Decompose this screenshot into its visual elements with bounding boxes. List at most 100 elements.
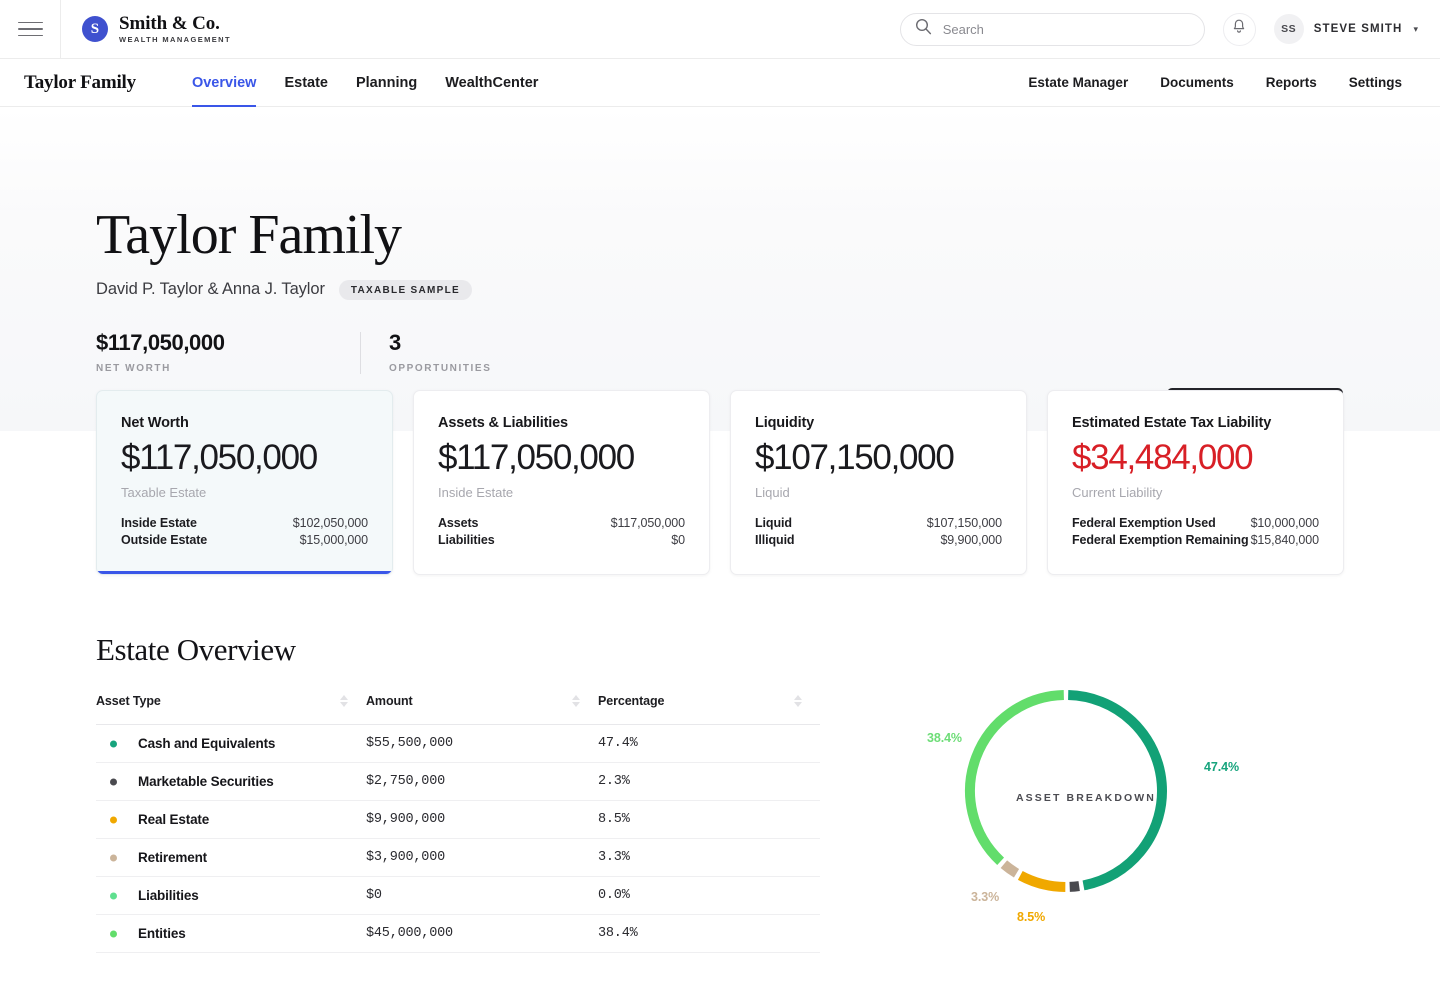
notifications-button[interactable] bbox=[1222, 12, 1256, 46]
kpi-detail-row: Federal Exemption Used $10,000,000 bbox=[1072, 515, 1319, 532]
cell-percentage: 0.0% bbox=[598, 876, 820, 915]
hamburger-icon[interactable] bbox=[0, 0, 60, 59]
search-box[interactable] bbox=[899, 12, 1205, 46]
kpi-detail-value: $102,050,000 bbox=[292, 516, 368, 531]
primary-tabs: Overview Estate Planning WealthCenter bbox=[178, 59, 552, 107]
cell-amount: $2,750,000 bbox=[366, 762, 598, 801]
kpi-value: $117,050,000 bbox=[438, 438, 635, 477]
stat-label: NET WORTH bbox=[96, 362, 171, 374]
section-title: Estate Overview bbox=[96, 632, 296, 667]
page-title: Taylor Family bbox=[96, 204, 402, 266]
kpi-caption: Inside Estate bbox=[438, 484, 514, 500]
avatar: SS bbox=[1273, 14, 1304, 44]
donut-segment[interactable] bbox=[1069, 881, 1080, 892]
donut-label-cash: 47.4% bbox=[1204, 760, 1239, 774]
donut-label-realestate: 8.5% bbox=[1017, 910, 1046, 924]
kpi-title: Liquidity bbox=[755, 415, 815, 431]
kpi-card-liquidity[interactable]: Liquidity $107,150,000 Liquid Liquid $10… bbox=[730, 390, 1027, 575]
table-header-row: Asset Type Amount Percentage bbox=[96, 694, 820, 725]
table-row[interactable]: Liabilities $0 0.0% bbox=[96, 876, 820, 915]
kpi-detail-key: Illiquid bbox=[755, 533, 795, 548]
cell-amount: $9,900,000 bbox=[366, 800, 598, 839]
brand-logo[interactable]: S Smith & Co. WEALTH MANAGEMENT bbox=[61, 14, 231, 44]
tab-estate[interactable]: Estate bbox=[270, 59, 342, 106]
donut-segment[interactable] bbox=[1017, 870, 1066, 892]
nav-documents[interactable]: Documents bbox=[1144, 59, 1250, 106]
donut-segment[interactable] bbox=[1000, 860, 1020, 878]
legend-dot-icon bbox=[110, 816, 117, 823]
cell-asset-type: Liabilities bbox=[96, 876, 366, 915]
table-body: Cash and Equivalents $55,500,000 47.4% M… bbox=[96, 724, 820, 953]
secondary-nav: Estate Manager Documents Reports Setting… bbox=[1012, 59, 1418, 106]
sort-chevrons-icon[interactable] bbox=[572, 695, 598, 707]
kpi-card-assets-liabilities[interactable]: Assets & Liabilities $117,050,000 Inside… bbox=[413, 390, 710, 575]
cell-amount: $0 bbox=[366, 876, 598, 915]
cell-asset-type: Marketable Securities bbox=[96, 762, 366, 801]
kpi-detail-row: Federal Exemption Remaining $15,840,000 bbox=[1072, 532, 1319, 549]
sort-chevrons-icon[interactable] bbox=[340, 695, 366, 707]
tab-wealthcenter[interactable]: WealthCenter bbox=[431, 59, 552, 106]
kpi-detail-key: Federal Exemption Used bbox=[1072, 516, 1216, 531]
asset-breakdown-chart: ASSET BREAKDOWN 47.4% 38.4% 3.3% 8.5% bbox=[820, 674, 1344, 924]
sort-chevrons-icon[interactable] bbox=[794, 695, 820, 707]
donut-segment[interactable] bbox=[965, 690, 1064, 865]
nav-estate-manager[interactable]: Estate Manager bbox=[1012, 59, 1144, 106]
stat-value: 3 bbox=[389, 329, 401, 355]
kpi-card-estate-tax-liability[interactable]: Estimated Estate Tax Liability $34,484,0… bbox=[1047, 390, 1344, 575]
kpi-detail-row: Liabilities $0 bbox=[438, 532, 685, 549]
kpi-card-row: Net Worth $117,050,000 Taxable Estate In… bbox=[0, 390, 1440, 575]
cell-amount: $55,500,000 bbox=[366, 724, 598, 763]
kpi-title: Estimated Estate Tax Liability bbox=[1072, 415, 1272, 431]
cell-percentage: 47.4% bbox=[598, 724, 820, 763]
cell-asset-type: Retirement bbox=[96, 838, 366, 877]
donut-segment[interactable] bbox=[1068, 690, 1167, 891]
cell-percentage: 2.3% bbox=[598, 762, 820, 801]
search-input[interactable] bbox=[942, 21, 1190, 37]
kpi-caption: Current Liability bbox=[1072, 484, 1163, 500]
chevron-down-icon[interactable]: ▾ bbox=[1413, 24, 1418, 35]
user-menu[interactable]: SS STEVE SMITH ▾ bbox=[1273, 14, 1418, 44]
estate-overview-table: Asset Type Amount Percentage Cash and Eq… bbox=[96, 694, 820, 953]
kpi-detail-row: Illiquid $9,900,000 bbox=[755, 532, 1002, 549]
stat-label: OPPORTUNITIES bbox=[389, 362, 492, 374]
kpi-detail-row: Inside Estate $102,050,000 bbox=[121, 515, 368, 532]
kpi-title: Assets & Liabilities bbox=[438, 415, 568, 431]
tab-planning[interactable]: Planning bbox=[342, 59, 431, 106]
stat-opportunities: 3 OPPORTUNITIES bbox=[361, 330, 491, 374]
legend-dot-icon bbox=[110, 778, 117, 785]
table-row[interactable]: Cash and Equivalents $55,500,000 47.4% bbox=[96, 724, 820, 763]
donut-chart-svg[interactable] bbox=[917, 674, 1247, 924]
kpi-caption: Liquid bbox=[755, 484, 790, 500]
kpi-detail-key: Inside Estate bbox=[121, 516, 197, 531]
cell-asset-type: Real Estate bbox=[96, 800, 366, 839]
cell-percentage: 3.3% bbox=[598, 838, 820, 877]
kpi-title: Net Worth bbox=[121, 415, 189, 431]
user-name: STEVE SMITH bbox=[1313, 23, 1403, 35]
table-row[interactable]: Retirement $3,900,000 3.3% bbox=[96, 838, 820, 877]
status-badge: TAXABLE SAMPLE bbox=[338, 279, 472, 300]
table-row[interactable]: Marketable Securities $2,750,000 2.3% bbox=[96, 762, 820, 801]
kpi-value: $117,050,000 bbox=[121, 438, 318, 477]
kpi-detail-row: Liquid $107,150,000 bbox=[755, 515, 1002, 532]
nav-reports[interactable]: Reports bbox=[1250, 59, 1333, 106]
kpi-detail-value: $107,150,000 bbox=[926, 516, 1002, 531]
sub-nav: Taylor Family Overview Estate Planning W… bbox=[0, 59, 1440, 107]
brand-mark-icon: S bbox=[82, 16, 108, 42]
kpi-detail-key: Federal Exemption Remaining bbox=[1072, 533, 1249, 548]
kpi-value: $34,484,000 bbox=[1072, 438, 1254, 477]
search-icon bbox=[915, 18, 932, 40]
kpi-detail-value: $10,000,000 bbox=[1250, 516, 1320, 531]
brand-name: Smith & Co. bbox=[119, 13, 220, 35]
kpi-card-net-worth[interactable]: Net Worth $117,050,000 Taxable Estate In… bbox=[96, 390, 393, 575]
legend-dot-icon bbox=[110, 930, 117, 937]
tab-overview[interactable]: Overview bbox=[178, 59, 271, 107]
brand-subtitle: WEALTH MANAGEMENT bbox=[119, 35, 231, 45]
stat-net-worth: $117,050,000 NET WORTH bbox=[96, 330, 360, 374]
column-label: Amount bbox=[366, 694, 413, 708]
table-row[interactable]: Real Estate $9,900,000 8.5% bbox=[96, 800, 820, 839]
cell-amount: $45,000,000 bbox=[366, 914, 598, 953]
kpi-value: $107,150,000 bbox=[755, 438, 955, 477]
legend-dot-icon bbox=[110, 740, 117, 747]
nav-settings[interactable]: Settings bbox=[1333, 59, 1418, 106]
table-row[interactable]: Entities $45,000,000 38.4% bbox=[96, 914, 820, 953]
